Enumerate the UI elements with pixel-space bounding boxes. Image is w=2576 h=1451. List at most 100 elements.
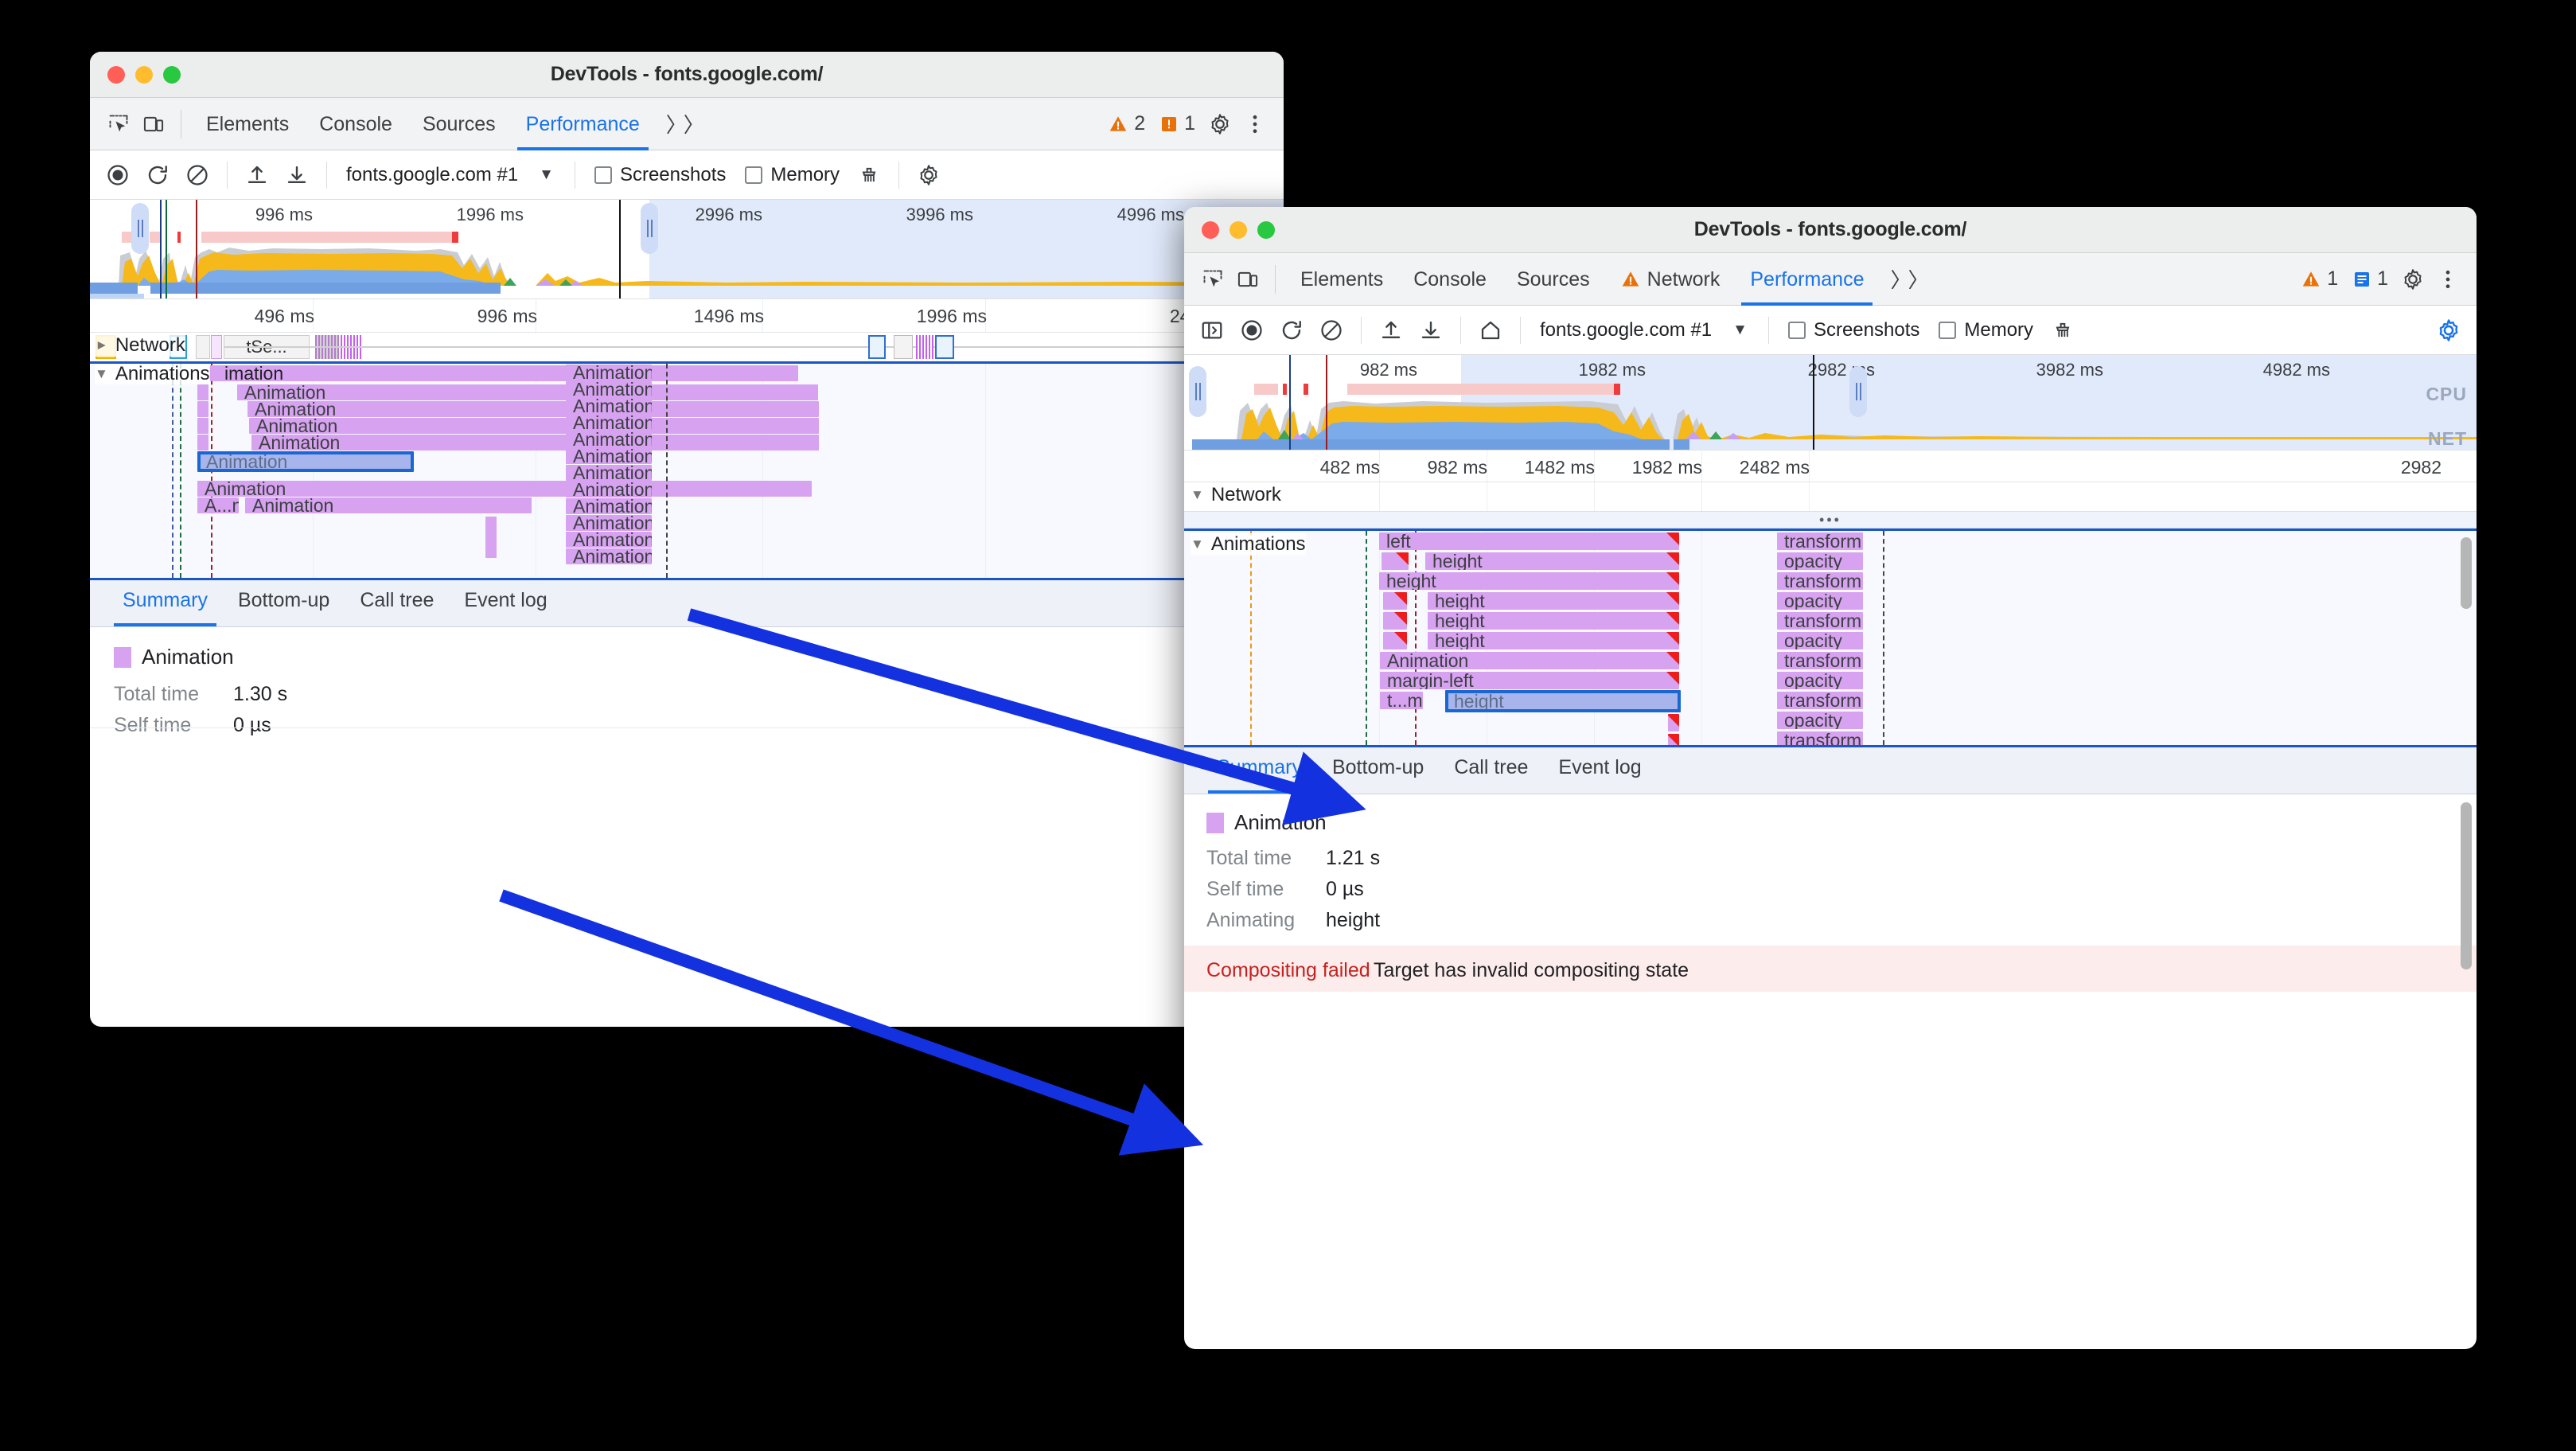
timeline-overview-front[interactable]: 982 ms 1982 ms 2982 ms 3982 ms 4982 ms C… bbox=[1184, 355, 2477, 451]
tab-event-log[interactable]: Event log bbox=[1543, 744, 1656, 794]
disclosure-triangle-icon[interactable]: ▼ bbox=[1191, 536, 1204, 552]
close-window-button[interactable] bbox=[107, 65, 125, 84]
animation-bar[interactable]: left bbox=[1379, 532, 1679, 550]
animation-bar[interactable]: transform bbox=[1777, 612, 1863, 630]
timeline-ruler-front[interactable]: 482 ms 982 ms 1482 ms 1982 ms 2482 ms 29… bbox=[1184, 451, 2477, 499]
tab-event-log[interactable]: Event log bbox=[449, 577, 562, 626]
tab-bottom-up[interactable]: Bottom-up bbox=[223, 577, 345, 626]
capture-settings-gear-icon[interactable] bbox=[910, 157, 947, 193]
save-profile-icon[interactable] bbox=[279, 157, 315, 193]
track-resize-divider[interactable]: ••• bbox=[1184, 511, 2477, 529]
animation-bar[interactable]: Animation bbox=[251, 435, 819, 451]
chevron-down-icon[interactable]: ▼ bbox=[529, 166, 563, 184]
traffic-lights-front[interactable] bbox=[1202, 220, 1275, 239]
animation-bar[interactable]: transform bbox=[1777, 731, 1863, 745]
animations-track-header[interactable]: ▼ Animations bbox=[95, 364, 210, 384]
animation-bar[interactable]: Animation bbox=[566, 431, 652, 447]
animation-bar[interactable]: Animation bbox=[566, 548, 652, 564]
animation-bar[interactable]: Animation bbox=[566, 498, 652, 514]
animation-bar-selected[interactable]: Animation bbox=[197, 451, 414, 472]
animations-track-header[interactable]: ▼ Animations bbox=[1191, 533, 1306, 556]
window-titlebar-front[interactable]: DevTools - fonts.google.com/ bbox=[1184, 207, 2477, 253]
animations-track-back[interactable]: imation ▼ Animations Animation Animation… bbox=[90, 361, 1284, 578]
warning-badge[interactable]: 1 bbox=[2293, 267, 2345, 291]
overview-window-right-handle[interactable] bbox=[1849, 366, 1867, 417]
animation-bar[interactable]: opacity bbox=[1777, 712, 1863, 729]
animation-bar[interactable]: Animation bbox=[566, 398, 652, 414]
disclosure-triangle-icon[interactable]: ▼ bbox=[93, 339, 109, 353]
animation-bar-stub[interactable] bbox=[1383, 612, 1407, 630]
animation-bar[interactable] bbox=[197, 384, 208, 400]
animation-bar[interactable]: transform bbox=[1777, 692, 1863, 709]
tab-call-tree[interactable]: Call tree bbox=[1439, 744, 1543, 794]
info-badge[interactable]: 1 bbox=[2345, 267, 2395, 291]
tab-sources[interactable]: Sources bbox=[1502, 253, 1605, 306]
devtools-tabstrip-back[interactable]: Elements Console Sources Performance 〉〉 … bbox=[90, 98, 1284, 150]
animation-bar[interactable]: Animation bbox=[566, 465, 652, 481]
animation-bar-stub[interactable]: t...m bbox=[1380, 692, 1423, 709]
tab-console[interactable]: Console bbox=[304, 98, 407, 150]
network-track-header[interactable]: ▼ Network bbox=[1191, 484, 1281, 506]
tab-elements[interactable]: Elements bbox=[191, 98, 304, 150]
warning-badge[interactable]: 2 bbox=[1101, 112, 1152, 135]
save-profile-icon[interactable] bbox=[1413, 312, 1449, 349]
animation-bar[interactable]: height bbox=[1428, 592, 1679, 610]
recording-select[interactable]: fonts.google.com #1 bbox=[338, 164, 526, 186]
animation-bar[interactable]: Animation bbox=[1380, 652, 1679, 669]
device-toolbar-icon[interactable] bbox=[136, 107, 171, 142]
animation-bar[interactable]: Animation bbox=[249, 418, 819, 434]
chevron-down-icon[interactable]: ▼ bbox=[1723, 322, 1757, 339]
animation-bar[interactable]: transform bbox=[1777, 572, 1863, 590]
network-track-front[interactable]: ▼ Network bbox=[1184, 482, 2477, 511]
maximize-window-button[interactable] bbox=[1257, 220, 1275, 239]
tab-performance[interactable]: Performance bbox=[511, 98, 655, 150]
details-tabs-front[interactable]: Summary Bottom-up Call tree Event log bbox=[1184, 745, 2477, 794]
overview-window-left-handle[interactable] bbox=[1189, 366, 1206, 417]
tab-sources[interactable]: Sources bbox=[407, 98, 511, 150]
animation-bar[interactable] bbox=[1668, 714, 1679, 731]
device-toolbar-icon[interactable] bbox=[1230, 262, 1265, 297]
animation-bar[interactable]: opacity bbox=[1777, 552, 1863, 570]
devtools-window-front[interactable]: DevTools - fonts.google.com/ Elements Co… bbox=[1184, 207, 2477, 1349]
performance-controlbar-front[interactable]: fonts.google.com #1 ▼ Screenshots Memory bbox=[1184, 306, 2477, 355]
animation-bar[interactable]: A...n bbox=[197, 497, 239, 513]
close-window-button[interactable] bbox=[1202, 220, 1219, 239]
flamechart-scrollbar[interactable] bbox=[2461, 537, 2472, 609]
window-titlebar-back[interactable]: DevTools - fonts.google.com/ bbox=[90, 52, 1284, 98]
tab-console[interactable]: Console bbox=[1398, 253, 1502, 306]
inspect-element-icon[interactable] bbox=[1195, 262, 1230, 297]
record-button[interactable] bbox=[1233, 312, 1270, 349]
tab-call-tree[interactable]: Call tree bbox=[345, 577, 449, 626]
screenshots-checkbox[interactable]: Screenshots bbox=[587, 164, 734, 186]
details-tabs-back[interactable]: Summary Bottom-up Call tree Event log bbox=[90, 578, 1284, 627]
disclosure-triangle-icon[interactable]: ▼ bbox=[1191, 487, 1204, 503]
animation-bar[interactable]: height bbox=[1428, 612, 1679, 630]
clear-recording-button[interactable] bbox=[179, 157, 216, 193]
tab-summary[interactable]: Summary bbox=[107, 577, 223, 626]
more-tabs-icon[interactable]: 〉〉 bbox=[1879, 264, 1936, 294]
overview-window-right-handle[interactable] bbox=[641, 203, 658, 254]
tab-performance[interactable]: Performance bbox=[1735, 253, 1879, 306]
clear-recording-button[interactable] bbox=[1313, 312, 1350, 349]
animation-bar[interactable] bbox=[197, 418, 208, 434]
minimize-window-button[interactable] bbox=[135, 65, 153, 84]
inspect-element-icon[interactable] bbox=[101, 107, 136, 142]
load-profile-icon[interactable] bbox=[239, 157, 275, 193]
recording-select[interactable]: fonts.google.com #1 bbox=[1532, 319, 1720, 341]
animation-bar-stub[interactable] bbox=[1383, 592, 1407, 610]
animation-bar[interactable]: Animation bbox=[566, 482, 652, 497]
reload-and-record-button[interactable] bbox=[139, 157, 176, 193]
devtools-tabstrip-front[interactable]: Elements Console Sources Network Perform… bbox=[1184, 253, 2477, 306]
timeline-ruler-back[interactable]: 496 ms 996 ms 1496 ms 1996 ms 2496 bbox=[90, 299, 1284, 333]
animation-bar[interactable]: opacity bbox=[1777, 632, 1863, 649]
tab-network[interactable]: Network bbox=[1605, 253, 1736, 306]
animation-bar[interactable] bbox=[1668, 734, 1679, 745]
summary-scrollbar[interactable] bbox=[2461, 802, 2472, 969]
reload-and-record-button[interactable] bbox=[1273, 312, 1310, 349]
animation-bar[interactable]: opacity bbox=[1777, 672, 1863, 689]
home-icon[interactable] bbox=[1472, 312, 1509, 349]
collect-garbage-icon[interactable] bbox=[2044, 312, 2081, 349]
animation-bar[interactable]: Animation bbox=[566, 532, 652, 548]
animation-bar[interactable]: transform bbox=[1777, 532, 1863, 550]
animation-bar[interactable]: Animation bbox=[247, 401, 819, 417]
